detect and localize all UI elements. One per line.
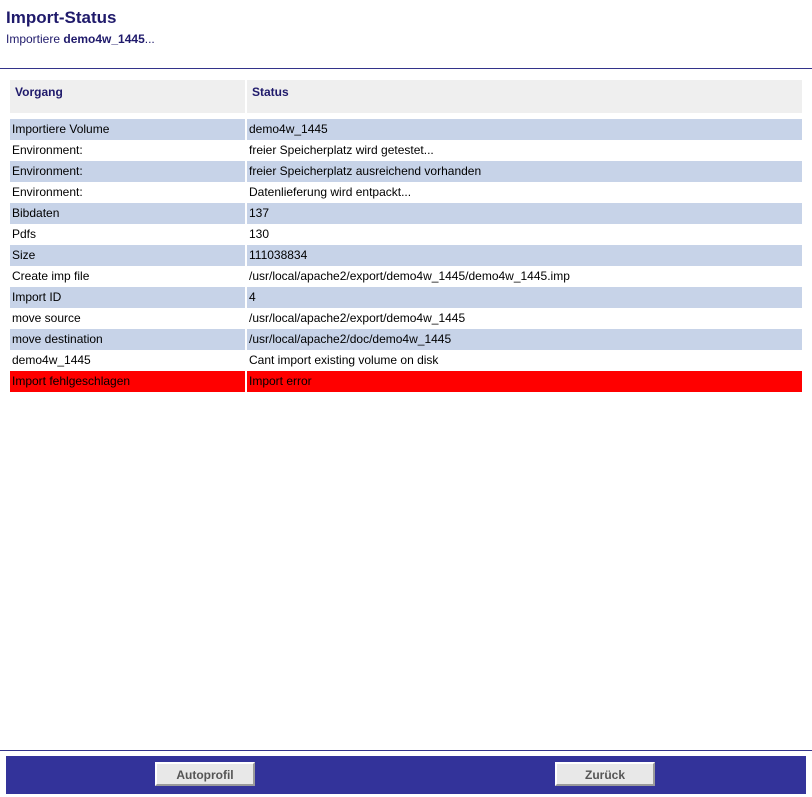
cell-status: Cant import existing volume on disk [249, 353, 439, 367]
cell-vorgang: Import fehlgeschlagen [10, 371, 245, 392]
import-status-table: Vorgang Status Importiere Volume demo4w_… [8, 80, 804, 392]
page-title: Import-Status [6, 8, 117, 27]
cell-vorgang: Create imp file [12, 269, 90, 283]
cell-vorgang: Size [10, 245, 245, 266]
cell-vorgang: Bibdaten [10, 203, 245, 224]
footer-bar: Autoprofil Zurück [6, 756, 806, 794]
table-row: Environment: Datenlieferung wird entpack… [10, 182, 802, 203]
zurueck-button[interactable]: Zurück [555, 762, 655, 786]
column-header-vorgang: Vorgang [10, 80, 245, 119]
cell-vorgang: Environment: [12, 143, 83, 157]
cell-status: Import error [247, 371, 802, 392]
table-row: Import ID 4 [10, 287, 802, 308]
error-row: Import fehlgeschlagen Import error [10, 371, 802, 392]
cell-status: 137 [247, 203, 802, 224]
footer-divider [0, 750, 812, 751]
cell-status: /usr/local/apache2/export/demo4w_1445 [249, 311, 466, 325]
import-status-page: Import-Status Importiere demo4w_1445... … [0, 0, 812, 797]
table-row: move source /usr/local/apache2/export/de… [10, 308, 802, 329]
cell-vorgang: move source [12, 311, 81, 325]
cell-status: /usr/local/apache2/export/demo4w_1445/de… [249, 269, 570, 283]
table-row: Create imp file /usr/local/apache2/expor… [10, 266, 802, 287]
table-header-row: Vorgang Status [10, 80, 802, 119]
subtitle-suffix: ... [144, 32, 155, 46]
cell-status: 130 [249, 227, 270, 241]
cell-vorgang: Importiere Volume [10, 119, 245, 140]
table-row: Size 111038834 [10, 245, 802, 266]
cell-vorgang: move destination [10, 329, 245, 350]
page-header: Import-Status Importiere demo4w_1445... [6, 8, 155, 48]
subtitle-volume: demo4w_1445 [63, 32, 145, 46]
cell-status: Datenlieferung wird entpackt... [249, 185, 412, 199]
cell-vorgang: Environment: [10, 161, 245, 182]
cell-vorgang: Import ID [10, 287, 245, 308]
cell-vorgang: Pdfs [12, 227, 37, 241]
cell-status: 111038834 [247, 245, 802, 266]
table-row: demo4w_1445 Cant import existing volume … [10, 350, 802, 371]
cell-status: freier Speicherplatz wird getestet... [249, 143, 434, 157]
autoprofil-button[interactable]: Autoprofil [155, 762, 255, 786]
table-row: Environment: freier Speicherplatz ausrei… [10, 161, 802, 182]
table-row: Environment: freier Speicherplatz wird g… [10, 140, 802, 161]
page-subtitle: Importiere demo4w_1445... [6, 30, 155, 48]
cell-status: /usr/local/apache2/doc/demo4w_1445 [247, 329, 802, 350]
table-row: Importiere Volume demo4w_1445 [10, 119, 802, 140]
cell-status: 4 [247, 287, 802, 308]
cell-vorgang: demo4w_1445 [12, 353, 91, 367]
table-row: move destination /usr/local/apache2/doc/… [10, 329, 802, 350]
table-row: Pdfs 130 [10, 224, 802, 245]
cell-status: demo4w_1445 [247, 119, 802, 140]
cell-status: freier Speicherplatz ausreichend vorhand… [247, 161, 802, 182]
subtitle-prefix: Importiere [6, 32, 64, 46]
table-row: Bibdaten 137 [10, 203, 802, 224]
cell-vorgang: Environment: [12, 185, 83, 199]
header-divider [0, 68, 812, 69]
column-header-status: Status [247, 80, 802, 119]
